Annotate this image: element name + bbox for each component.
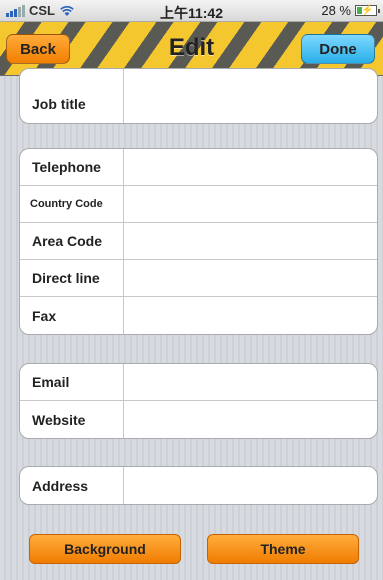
fax-field[interactable] (124, 297, 377, 334)
telephone-field[interactable] (124, 149, 377, 185)
battery-icon: ⚡ (355, 5, 380, 16)
email-row[interactable]: Email (20, 364, 377, 401)
job-title-field[interactable] (124, 69, 377, 123)
area-code-field[interactable] (124, 223, 377, 259)
area-code-label: Area Code (20, 223, 124, 259)
direct-line-label: Direct line (20, 260, 124, 296)
status-right: 28 % ⚡ (321, 3, 380, 18)
web-group: Email Website (19, 363, 378, 439)
email-field[interactable] (124, 364, 377, 400)
area-code-row[interactable]: Area Code (20, 223, 377, 260)
job-title-label: Job title (20, 69, 124, 123)
website-row[interactable]: Website (20, 401, 377, 438)
charging-bolt-icon: ⚡ (361, 5, 374, 16)
address-row[interactable]: Address (20, 467, 377, 504)
country-code-field[interactable] (124, 186, 377, 222)
theme-button[interactable]: Theme (207, 534, 359, 564)
address-group: Address (19, 466, 378, 505)
direct-line-field[interactable] (124, 260, 377, 296)
status-bar: CSL 上午11:42 28 % ⚡ (0, 0, 383, 22)
fax-row[interactable]: Fax (20, 297, 377, 334)
done-button[interactable]: Done (301, 34, 375, 64)
country-code-row[interactable]: Country Code (20, 186, 377, 223)
fax-label: Fax (20, 297, 124, 334)
email-label: Email (20, 364, 124, 400)
background-button[interactable]: Background (29, 534, 181, 564)
website-field[interactable] (124, 401, 377, 438)
country-code-label: Country Code (20, 186, 124, 222)
direct-line-row[interactable]: Direct line (20, 260, 377, 297)
website-label: Website (20, 401, 124, 438)
telephone-label: Telephone (20, 149, 124, 185)
address-field[interactable] (124, 467, 377, 504)
telephone-row[interactable]: Telephone (20, 149, 377, 186)
job-title-row[interactable]: Job title (20, 69, 377, 123)
phone-group: Telephone Country Code Area Code Direct … (19, 148, 378, 335)
job-group: Job title (19, 68, 378, 124)
battery-percent: 28 % (321, 3, 351, 18)
address-label: Address (20, 467, 124, 504)
